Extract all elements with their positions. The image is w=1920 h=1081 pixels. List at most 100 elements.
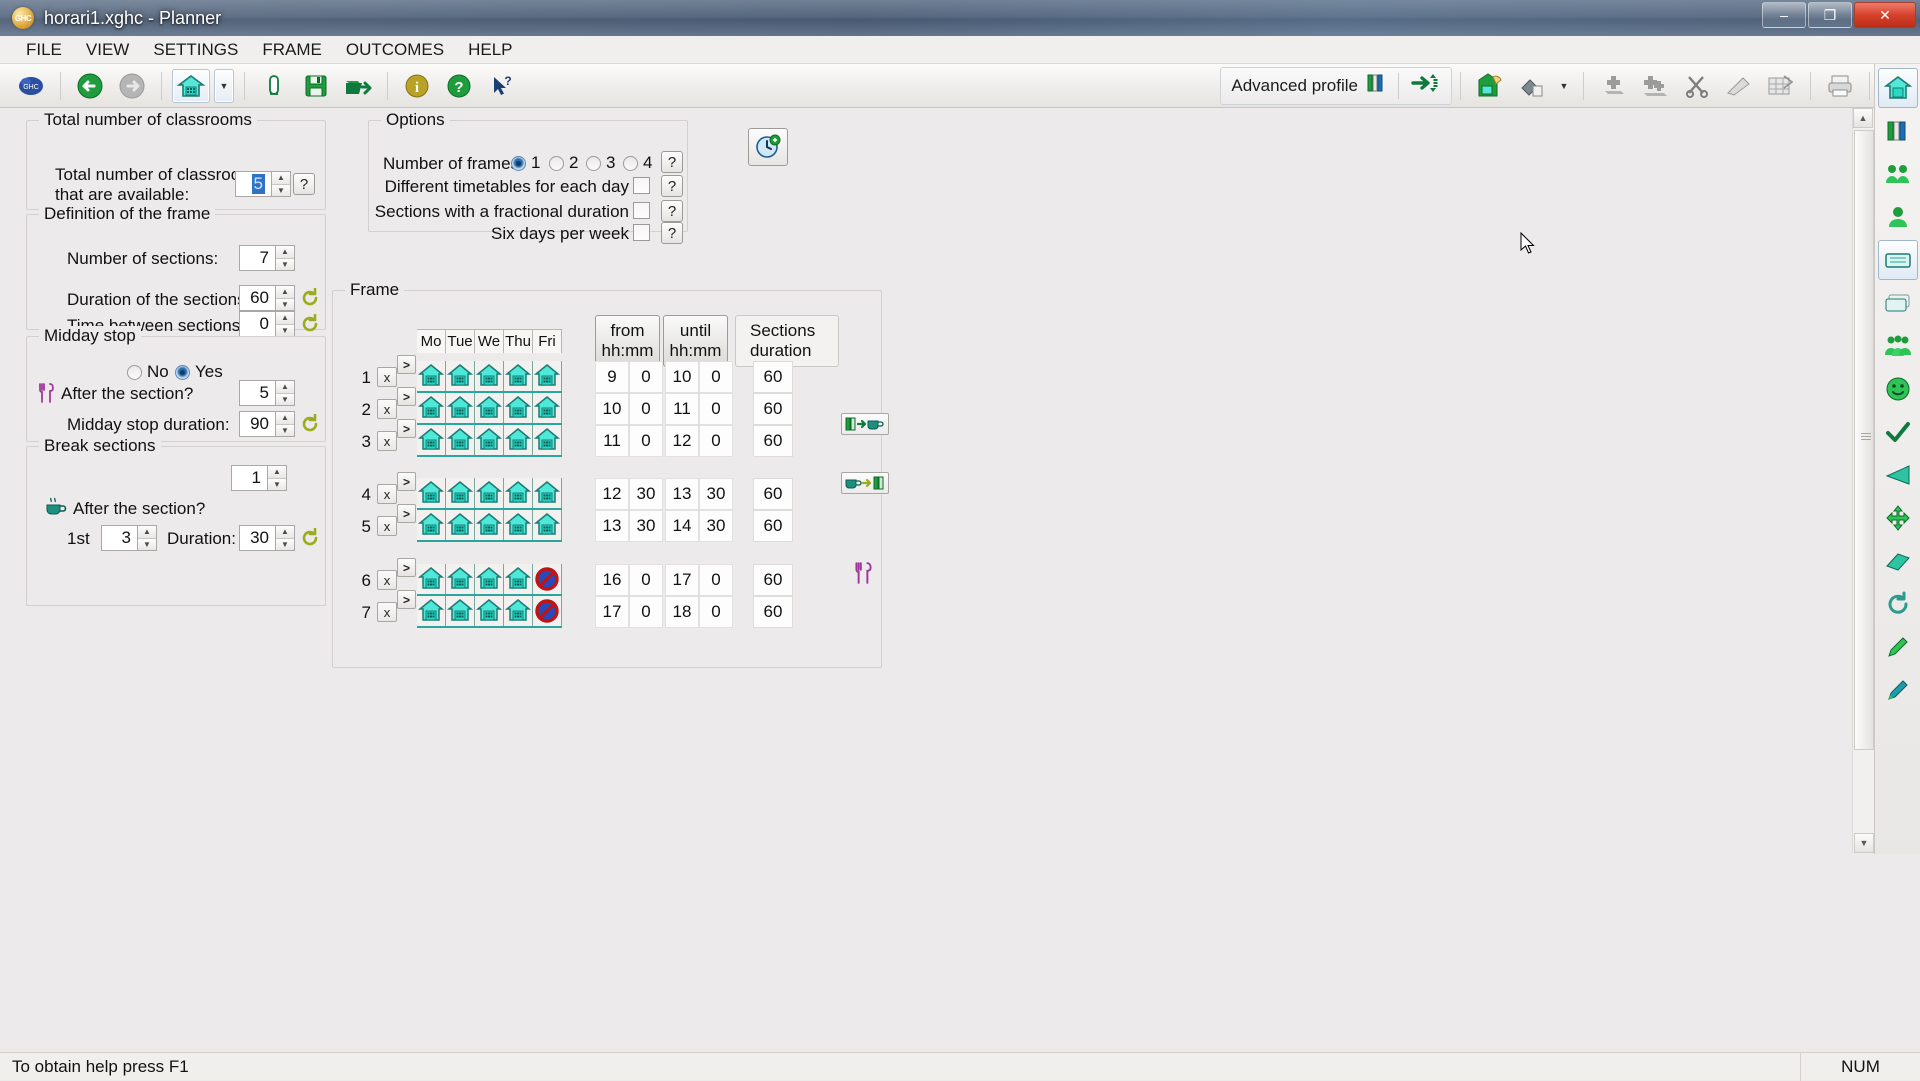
day-cell-available[interactable] [533,510,562,540]
day-cell-available[interactable] [533,361,562,391]
frames-radio-2[interactable]: 2 [549,153,578,173]
rail-frame-icon[interactable] [1878,68,1918,108]
time-between-up[interactable]: ▲ [276,312,294,325]
menu-view[interactable]: VIEW [74,37,141,63]
duration-reset-icon[interactable] [299,287,321,309]
midday-after-down[interactable]: ▼ [276,394,294,406]
day-cell-available[interactable] [446,361,475,391]
frames-help-button[interactable]: ? [661,151,683,173]
time-between-sections-spinner[interactable]: 0 ▲▼ [239,311,295,337]
frame-from-minute[interactable]: 0 [629,564,663,596]
frame-until-minute[interactable]: 0 [699,596,733,628]
frame-from-minute[interactable]: 0 [629,425,663,457]
new-document-icon[interactable] [255,69,293,103]
frame-row-delete-button[interactable]: x [377,484,397,504]
frame-row-delete-button[interactable]: x [377,367,397,387]
frame-from-hour[interactable]: 9 [595,361,629,393]
frame-row-expand-button[interactable]: > [397,504,416,523]
col-header-until[interactable]: until hh:mm [663,315,728,367]
midday-duration-spinner[interactable]: 90 ▲▼ [239,411,295,437]
rail-teacher-icon[interactable] [1878,197,1918,237]
midday-duration-down[interactable]: ▼ [276,425,294,437]
day-cell-available[interactable] [417,425,446,455]
frame-from-minute[interactable]: 30 [629,478,663,510]
frame-from-minute[interactable]: 0 [629,596,663,628]
menu-settings[interactable]: SETTINGS [141,37,250,63]
day-cell-available[interactable] [533,478,562,508]
day-cell-available[interactable] [475,361,504,391]
frame-row-expand-button[interactable]: > [397,419,416,438]
dropdown-arrow-icon[interactable]: ▼ [214,69,234,103]
day-cell-available[interactable] [446,425,475,455]
scrollbar-thumb[interactable] [1854,130,1874,750]
frame-until-minute[interactable]: 0 [699,425,733,457]
break-count-spinner[interactable]: 1 ▲▼ [231,465,287,491]
frame-from-minute[interactable]: 30 [629,510,663,542]
rail-classroom-icon[interactable] [1878,240,1918,280]
day-cell-available[interactable] [475,564,504,594]
scroll-up-button[interactable]: ▲ [1853,108,1873,128]
day-cell-available[interactable] [417,361,446,391]
frame-row-delete-button[interactable]: x [377,602,397,622]
clock-settings-icon[interactable] [748,128,788,166]
day-cell-available[interactable] [417,564,446,594]
break-duration-up[interactable]: ▲ [276,526,294,539]
time-between-down[interactable]: ▼ [276,325,294,337]
rail-groups-icon[interactable] [1878,154,1918,194]
day-cell-available[interactable] [504,425,533,455]
menu-outcomes[interactable]: OUTCOMES [334,37,456,63]
day-cell-available[interactable] [504,478,533,508]
frame-from-hour[interactable]: 12 [595,478,629,510]
minimize-button[interactable]: – [1762,2,1806,28]
context-help-icon[interactable]: ? [482,69,520,103]
day-cell-available[interactable] [504,393,533,423]
break-count-up[interactable]: ▲ [268,466,286,479]
day-cell-available[interactable] [475,425,504,455]
frame-from-minute[interactable]: 0 [629,361,663,393]
duration-of-sections-up[interactable]: ▲ [276,286,294,299]
frame-until-hour[interactable]: 17 [665,564,699,596]
frame-row-expand-button[interactable]: > [397,590,416,609]
day-cell-forbidden[interactable] [533,596,562,626]
break-first-down[interactable]: ▼ [138,539,156,551]
duration-of-sections-spinner[interactable]: 60 ▲▼ [239,285,295,311]
day-cell-available[interactable] [446,596,475,626]
menu-file[interactable]: FILE [14,37,74,63]
info-icon[interactable]: i [398,69,436,103]
frame-from-hour[interactable]: 11 [595,425,629,457]
back-icon[interactable] [71,69,109,103]
day-cell-available[interactable] [417,478,446,508]
help-icon[interactable]: ? [440,69,478,103]
fractional-duration-help-button[interactable]: ? [661,200,683,222]
frames-radio-1[interactable]: 1 [511,153,540,173]
frame-until-hour[interactable]: 18 [665,596,699,628]
scroll-down-button[interactable]: ▼ [1854,833,1874,853]
fractional-duration-checkbox[interactable] [633,202,650,219]
eraser-icon[interactable] [1513,69,1551,103]
frame-until-minute[interactable]: 0 [699,564,733,596]
day-cell-available[interactable] [475,510,504,540]
time-between-reset-icon[interactable] [299,313,321,335]
six-days-help-button[interactable]: ? [661,222,683,244]
eraser-dropdown-icon[interactable]: ▼ [1555,69,1573,103]
frame-row-expand-button[interactable]: > [397,472,416,491]
frame-until-hour[interactable]: 12 [665,425,699,457]
book-to-coffee-icon[interactable] [841,413,889,435]
day-cell-available[interactable] [446,393,475,423]
day-cell-available[interactable] [504,361,533,391]
frame-from-hour[interactable]: 13 [595,510,629,542]
day-cell-forbidden[interactable] [533,564,562,594]
menu-help[interactable]: HELP [456,37,524,63]
number-of-sections-up[interactable]: ▲ [276,246,294,259]
open-export-icon[interactable] [339,69,377,103]
midday-duration-up[interactable]: ▲ [276,412,294,425]
break-first-spinner[interactable]: 3 ▲▼ [101,525,157,551]
frame-row-delete-button[interactable]: x [377,431,397,451]
midday-no-radio[interactable]: No [127,362,169,382]
total-classrooms-spinner[interactable]: 5 ▲▼ [235,171,291,197]
frame-from-hour[interactable]: 17 [595,596,629,628]
coffee-to-book-icon[interactable] [841,472,889,494]
frame-until-hour[interactable]: 11 [665,393,699,425]
break-first-up[interactable]: ▲ [138,526,156,539]
number-of-sections-down[interactable]: ▼ [276,259,294,271]
